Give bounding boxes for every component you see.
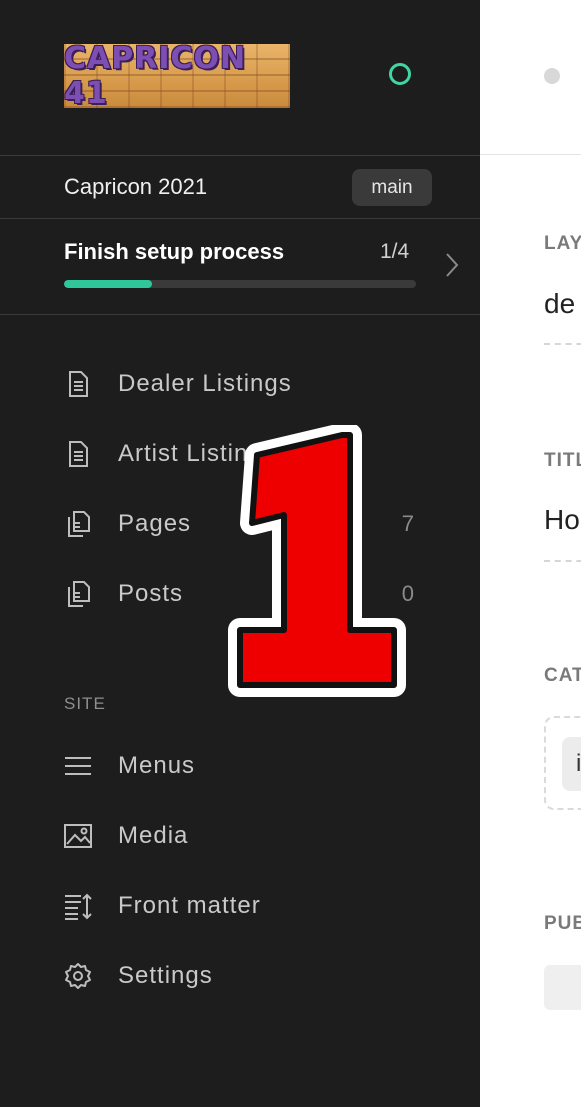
setup-progress-bar: [64, 280, 416, 288]
main-panel: LAY de TITL Ho CAT i PUB: [480, 0, 581, 1107]
gear-icon: [64, 962, 92, 990]
nav-item-settings[interactable]: Settings: [64, 956, 416, 996]
divider: [0, 218, 480, 219]
dot-icon: [544, 68, 560, 84]
setup-progress-fill: [64, 280, 152, 288]
chevron-right-icon[interactable]: [443, 252, 461, 278]
nav-label: Media: [118, 822, 189, 849]
branch-badge[interactable]: main: [352, 169, 432, 206]
nav-item-media[interactable]: Media: [64, 816, 416, 856]
status-ring-icon: [389, 63, 411, 85]
field-underline: [544, 560, 581, 562]
image-icon: [64, 822, 92, 850]
sort-lines-icon: [64, 892, 92, 920]
site-name[interactable]: Capricon 2021: [64, 174, 207, 200]
document-icon: [64, 370, 92, 398]
nav-label: Settings: [118, 962, 213, 989]
divider: [0, 155, 480, 156]
field-underline: [544, 343, 581, 345]
menu-icon: [64, 752, 92, 780]
documents-icon: [64, 510, 92, 538]
nav-item-dealer-listings[interactable]: Dealer Listings: [64, 364, 416, 404]
field-label-published: PUB: [544, 913, 581, 934]
nav-label: Pages: [118, 510, 192, 537]
nav-label: Front matter: [118, 892, 261, 919]
nav-item-front-matter[interactable]: Front matter: [64, 886, 416, 926]
field-label-layout: LAY: [544, 233, 581, 254]
section-label-site: SITE: [64, 694, 106, 713]
title-field[interactable]: Ho: [544, 504, 580, 536]
setup-count: 1/4: [380, 240, 410, 263]
logo-text: CAPRICON 41: [64, 44, 247, 108]
divider: [0, 314, 480, 315]
nav-label: Posts: [118, 580, 184, 607]
site-logo[interactable]: CAPRICON 41: [64, 44, 290, 108]
published-field[interactable]: [544, 965, 581, 1010]
nav-label: Dealer Listings: [118, 370, 292, 397]
category-chip[interactable]: i: [562, 737, 581, 791]
nav-label: Menus: [118, 752, 196, 779]
number-one-overlay: [228, 425, 406, 697]
documents-icon: [64, 580, 92, 608]
layout-field[interactable]: de: [544, 288, 575, 320]
document-icon: [64, 440, 92, 468]
setup-title[interactable]: Finish setup process: [64, 239, 284, 265]
field-label-categories: CAT: [544, 665, 581, 686]
nav-item-menus[interactable]: Menus: [64, 746, 416, 786]
field-label-title: TITL: [544, 450, 581, 471]
divider: [480, 154, 581, 155]
